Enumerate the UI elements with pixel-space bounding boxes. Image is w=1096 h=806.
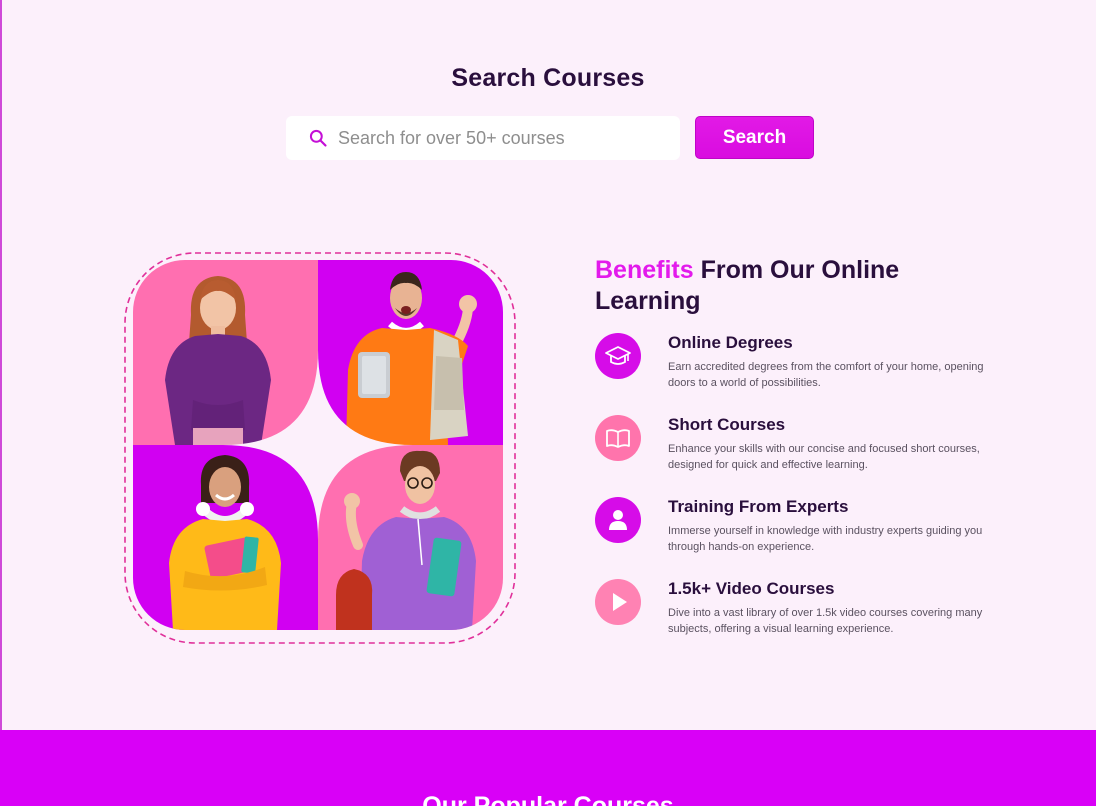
- benefits-heading-accent: Benefits: [595, 256, 694, 284]
- user-icon: [595, 497, 641, 543]
- benefit-training-experts: Training From Experts Immerse yourself i…: [595, 497, 995, 567]
- popular-courses-section: Our Popular Courses: [0, 730, 1096, 806]
- benefits-heading: Benefits From Our Online Learning: [595, 255, 975, 317]
- students-collage: [122, 250, 518, 646]
- popular-courses-heading: Our Popular Courses: [422, 792, 674, 806]
- book-icon: [595, 415, 641, 461]
- graduation-cap-icon: [595, 333, 641, 379]
- search-input[interactable]: [338, 127, 668, 149]
- benefit-video-courses: 1.5k+ Video Courses Dive into a vast lib…: [595, 579, 995, 649]
- benefit-description: Dive into a vast library of over 1.5k vi…: [668, 607, 983, 635]
- search-box[interactable]: [286, 116, 680, 160]
- benefit-description: Enhance your skills with our concise and…: [668, 443, 980, 471]
- benefit-title: Online Degrees: [668, 333, 793, 352]
- page-left-border: [0, 0, 2, 730]
- center-star-shape: [223, 350, 413, 540]
- benefit-short-courses: Short Courses Enhance your skills with o…: [595, 415, 995, 485]
- search-section-title: Search Courses: [451, 64, 645, 92]
- play-icon: [595, 579, 641, 625]
- benefit-title: Short Courses: [668, 415, 786, 434]
- benefit-title: 1.5k+ Video Courses: [668, 579, 835, 598]
- search-icon: [309, 129, 327, 147]
- benefit-description: Earn accredited degrees from the comfort…: [668, 361, 984, 389]
- search-button[interactable]: Search: [695, 116, 814, 159]
- benefit-description: Immerse yourself in knowledge with indus…: [668, 525, 983, 553]
- benefit-title: Training From Experts: [668, 497, 849, 516]
- benefit-online-degrees: Online Degrees Earn accredited degrees f…: [595, 333, 995, 403]
